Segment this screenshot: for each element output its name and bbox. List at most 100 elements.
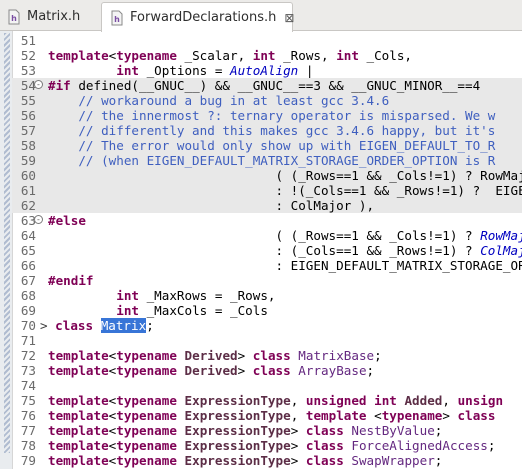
code-token: // differently and this makes gcc 3.4.6 … [48,123,496,138]
code-line-62[interactable]: 62 : ColMajor ), [12,198,522,213]
code-line-73[interactable]: 73 template<typename Derived> class Array… [12,363,522,378]
code-token: ; [146,318,154,333]
code-token: int [252,48,276,63]
code-token: class [252,348,291,363]
header-file-icon: h [8,9,20,24]
code-line-65[interactable]: 65 : (_Cols==1 && _Rows!=1) ? ColMajo [12,243,522,258]
code-token: #else [48,213,86,228]
code-token: class [457,408,496,423]
code-line-76[interactable]: 76 template<typename ExpressionType, temp… [12,408,522,423]
code-text: // the innermost ?: ternary operator is … [48,108,495,123]
code-token: _MaxRows = _Rows, [139,288,276,303]
code-line-57[interactable]: 57 // differently and this makes gcc 3.4… [12,123,522,138]
code-token: ( (_Rows==1 && _Cols!=1) ? RowMaj [48,168,522,183]
code-token: ExpressionType [184,453,291,468]
code-line-71[interactable]: 71 [12,333,522,348]
code-line-63[interactable]: 63- #else [12,213,522,228]
tab-matrix-h[interactable]: h Matrix.h [0,2,101,31]
code-text: : ColMajor ), [48,198,374,213]
svg-text:h: h [114,15,120,24]
code-line-59[interactable]: 59 // (when EIGEN_DEFAULT_MATRIX_STORAGE… [12,153,522,168]
code-token: template [48,48,109,63]
line-number: 77 [20,423,36,438]
code-token: class [305,423,344,438]
code-line-74[interactable]: 74 [12,378,522,393]
code-token: ColMajo [480,243,522,258]
code-token: template [48,438,109,453]
editor-tab-bar: h Matrix.h h ForwardDeclarations.h ⊠ [0,0,522,32]
code-line-61[interactable]: 61 : !(_Cols==1 && _Rows!=1) ? EIGE [12,183,522,198]
code-line-60[interactable]: 60 ( (_Rows==1 && _Cols!=1) ? RowMaj [12,168,522,183]
code-token: , [290,408,306,423]
code-token: typename [116,393,177,408]
code-line-54[interactable]: 54- #if defined(__GNUC__) && __GNUC__==3 … [12,78,522,93]
code-line-67[interactable]: 67 #endif [12,273,522,288]
code-token: RowMajo [480,228,522,243]
code-token: ForceAlignedAccess [351,438,488,453]
line-number: 60 [20,168,36,183]
code-token: typename [116,453,177,468]
code-token: : ColMajor ), [48,198,375,213]
code-token: typename [116,363,177,378]
code-line-75[interactable]: 75 template<typename ExpressionType, unsi… [12,393,522,408]
code-editor[interactable]: 51 52 template<typename _Scalar, int _Rows… [0,31,522,469]
code-token: ; [374,348,382,363]
fold-toggle-icon[interactable]: - [34,215,43,224]
code-text: template<typename ExpressionType, templa… [48,408,495,423]
code-token: Derived [184,348,238,363]
svg-text:h: h [11,14,17,23]
code-token: typename [116,438,177,453]
current-line-marker: > [40,318,56,333]
code-token: // workaround a bug in at least gcc 3.4.… [48,93,390,108]
tab-label: ForwardDeclarations.h [130,10,277,25]
code-text: ( (_Rows==1 && _Cols!=1) ? RowMaj [48,168,522,183]
header-file-icon: h [111,10,123,25]
code-text: template<typename ExpressionType> class … [48,453,442,468]
tab-label: Matrix.h [27,9,81,24]
code-token: template [48,453,109,468]
code-token: defined(__GNUC__) && __GNUC__==3 && __GN… [70,78,481,93]
line-number: 76 [20,408,36,423]
code-token: // (when EIGEN_DEFAULT_MATRIX_STORAGE_OR… [48,153,496,168]
code-token: // The error would only show up with EIG… [48,138,496,153]
code-token: SwapWrapper [351,453,435,468]
code-token: class [305,453,344,468]
code-line-55[interactable]: 55 // workaround a bug in at least gcc 3… [12,93,522,108]
code-line-52[interactable]: 52 template<typename _Scalar, int _Rows, … [12,48,522,63]
line-number: 55 [20,93,36,108]
line-number: 66 [20,258,36,273]
close-tab-icon[interactable]: ⊠ [284,11,294,25]
line-number: 62 [20,198,36,213]
code-token: ; [434,423,443,438]
line-number: 71 [20,333,36,348]
line-number: 64 [20,228,36,243]
code-text: int _MaxRows = _Rows, [48,288,275,303]
code-line-78[interactable]: 78 template<typename ExpressionType> clas… [12,438,522,453]
tab-forward-declarations-h[interactable]: h ForwardDeclarations.h ⊠ [101,2,294,32]
code-line-53[interactable]: 53 int _Options = AutoAlign | [12,63,522,78]
line-number: 69 [20,303,36,318]
code-text: ( (_Rows==1 && _Cols!=1) ? RowMajo [48,228,522,243]
code-line-69[interactable]: 69 int _MaxCols = _Cols [12,303,522,318]
code-line-64[interactable]: 64 ( (_Rows==1 && _Cols!=1) ? RowMajo [12,228,522,243]
code-token: template [48,348,109,363]
code-line-66[interactable]: 66 : EIGEN_DEFAULT_MATRIX_STORAGE_ORD [12,258,522,273]
code-token: template [48,408,109,423]
code-line-77[interactable]: 77 template<typename ExpressionType> clas… [12,423,522,438]
code-token: _Scalar, [176,48,253,63]
code-line-51[interactable]: 51 [12,33,522,48]
code-token: ExpressionType [184,438,291,453]
code-line-68[interactable]: 68 int _MaxRows = _Rows, [12,288,522,303]
code-line-56[interactable]: 56 // the innermost ?: ternary operator … [12,108,522,123]
code-line-70[interactable]: 70 > class Matrix; [12,318,522,333]
code-line-79[interactable]: 79 template<typename ExpressionType> clas… [12,453,522,468]
code-token: ExpressionType [184,393,291,408]
code-line-72[interactable]: 72 template<typename Derived> class Matri… [12,348,522,363]
code-token: unsign [457,393,504,408]
code-line-58[interactable]: 58 // The error would only show up with … [12,138,522,153]
fold-toggle-icon[interactable]: - [34,80,43,89]
code-text: #if defined(__GNUC__) && __GNUC__==3 && … [48,78,480,93]
line-number: 65 [20,243,36,258]
